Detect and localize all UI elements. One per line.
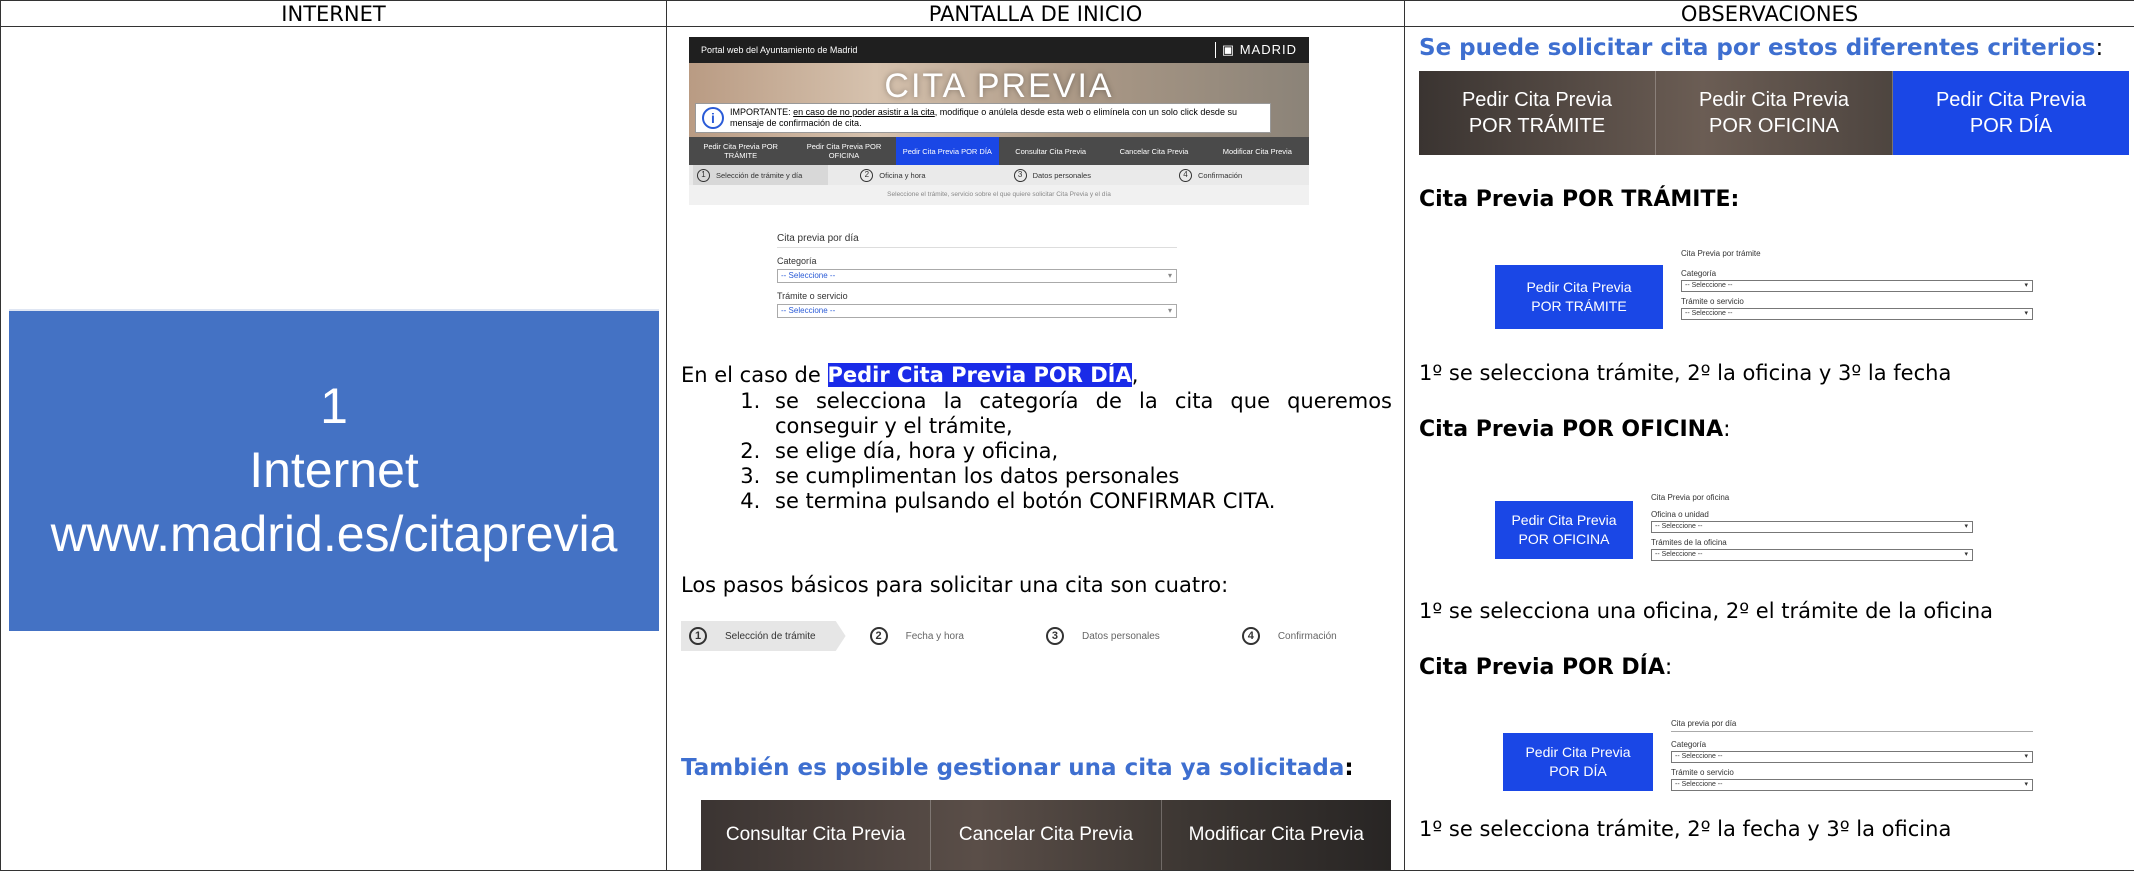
portal-label: Portal web del Ayuntamiento de Madrid bbox=[701, 45, 858, 55]
website-screenshot: Portal web del Ayuntamiento de Madrid ▣ … bbox=[689, 37, 1309, 355]
dia-mini-form: Pedir Cita Previa POR DÍA Cita previa por… bbox=[1503, 719, 2033, 791]
info-icon: i bbox=[702, 107, 724, 129]
box-url: www.madrid.es/citaprevia bbox=[50, 506, 618, 562]
basic-steps-text: Los pasos básicos para solicitar una cit… bbox=[681, 573, 1229, 597]
por-tramite-button[interactable]: Pedir Cita Previa POR TRÁMITE bbox=[1419, 71, 1656, 155]
mini-select[interactable]: -- Seleccione -- bbox=[1671, 751, 2033, 763]
progress-steps: 1 Selección de trámite 2 Fecha y hora 3 Dat… bbox=[681, 621, 1381, 651]
form-label-tramite: Trámite o servicio bbox=[777, 291, 848, 301]
mini-oficina-button[interactable]: Pedir Cita Previa POR OFICINA bbox=[1495, 501, 1633, 559]
progress-step-3: Datos personales bbox=[1081, 630, 1160, 642]
mini-select[interactable]: -- Seleccione -- bbox=[1651, 549, 1973, 561]
header-pantalla: PANTALLA DE INICIO bbox=[666, 0, 1405, 27]
hero-banner: CITA PREVIA i IMPORTANTE: en caso de no … bbox=[689, 63, 1309, 137]
tab-cancelar[interactable]: Cancelar Cita Previa bbox=[1102, 137, 1205, 165]
mini-select[interactable]: -- Seleccione -- bbox=[1671, 779, 2033, 791]
progress-step-2: Fecha y hora bbox=[905, 630, 964, 642]
section-dia-title: Cita Previa POR DÍA: bbox=[1419, 655, 1673, 680]
box-title: Internet bbox=[249, 442, 419, 498]
tab-consultar[interactable]: Consultar Cita Previa bbox=[999, 137, 1102, 165]
consultar-button[interactable]: Consultar Cita Previa bbox=[701, 800, 932, 870]
box-edge bbox=[9, 309, 659, 313]
list-item: se termina pulsando el botón CONFIRMAR C… bbox=[767, 489, 1392, 514]
por-oficina-button[interactable]: Pedir Cita Previa POR OFICINA bbox=[1656, 71, 1893, 155]
manage-heading: También es posible gestionar una cita ya… bbox=[681, 755, 1354, 781]
progress-step-1: Selección de trámite bbox=[725, 630, 816, 642]
criteria-buttons: Pedir Cita Previa POR TRÁMITE Pedir Cita … bbox=[1419, 71, 2129, 155]
box-number: 1 bbox=[320, 378, 348, 434]
madrid-logo: ▣ MADRID bbox=[1214, 42, 1297, 58]
cell-observaciones: Se puede solicitar cita por estos difere… bbox=[1404, 26, 2134, 871]
mini-dia-button[interactable]: Pedir Cita Previa POR DÍA bbox=[1503, 733, 1653, 791]
mini-select[interactable]: -- Seleccione -- bbox=[1651, 521, 1973, 533]
section-oficina-title: Cita Previa POR OFICINA: bbox=[1419, 417, 1731, 442]
mini-tramite-button[interactable]: Pedir Cita Previa POR TRÁMITE bbox=[1495, 265, 1663, 329]
step-3: Datos personales bbox=[1032, 170, 1091, 180]
tramite-select[interactable]: -- Seleccione -- bbox=[777, 304, 1177, 318]
document-table: INTERNET PANTALLA DE INICIO OBSERVACIONE… bbox=[0, 0, 2134, 871]
site-topbar: Portal web del Ayuntamiento de Madrid ▣ … bbox=[689, 37, 1309, 63]
tab-por-oficina[interactable]: Pedir Cita Previa POR OFICINA bbox=[792, 137, 895, 165]
step-1: Selección de trámite y día bbox=[716, 170, 803, 180]
intro-highlight: Pedir Cita Previa POR DÍA bbox=[827, 363, 1132, 387]
por-dia-button[interactable]: Pedir Cita Previa POR DÍA bbox=[1893, 71, 2129, 155]
tab-modificar[interactable]: Modificar Cita Previa bbox=[1206, 137, 1309, 165]
header-internet: INTERNET bbox=[0, 0, 667, 27]
modificar-button[interactable]: Modificar Cita Previa bbox=[1162, 800, 1391, 870]
oficina-mini-form: Pedir Cita Previa POR OFICINA Cita Previa… bbox=[1495, 493, 1973, 561]
site-tabs: Pedir Cita Previa POR TRÁMITE Pedir Cita… bbox=[689, 137, 1309, 165]
list-item: se cumplimentan los datos personales bbox=[767, 464, 1392, 489]
mini-select[interactable]: -- Seleccione -- bbox=[1681, 280, 2033, 292]
tab-por-dia[interactable]: Pedir Cita Previa POR DÍA bbox=[895, 137, 999, 165]
criteria-heading: Se puede solicitar cita por estos difere… bbox=[1419, 35, 2104, 61]
step-2: Oficina y hora bbox=[879, 170, 926, 180]
progress-step-4: Confirmación bbox=[1277, 630, 1337, 642]
intro-text: En el caso de Pedir Cita Previa POR DÍA, bbox=[681, 363, 1139, 387]
section-oficina-result: 1º se selecciona una oficina, 2º el trám… bbox=[1419, 599, 1994, 623]
tramite-mini-form: Pedir Cita Previa POR TRÁMITE Cita Previa… bbox=[1495, 249, 2033, 329]
step-number-icon: 1 bbox=[689, 627, 707, 645]
section-tramite-title: Cita Previa POR TRÁMITE: bbox=[1419, 187, 1740, 212]
section-dia-result: 1º se selecciona trámite, 2º la fecha y … bbox=[1419, 817, 1952, 841]
hero-title: CITA PREVIA bbox=[884, 67, 1114, 105]
tab-por-tramite[interactable]: Pedir Cita Previa POR TRÁMITE bbox=[689, 137, 792, 165]
categoria-select[interactable]: -- Seleccione -- bbox=[777, 269, 1177, 283]
internet-box: 1 Internet www.madrid.es/citaprevia bbox=[9, 309, 659, 631]
manage-buttons: Consultar Cita Previa Cancelar Cita Prev… bbox=[701, 800, 1391, 870]
cell-pantalla: Portal web del Ayuntamiento de Madrid ▣ … bbox=[666, 26, 1405, 871]
cancelar-button[interactable]: Cancelar Cita Previa bbox=[931, 800, 1162, 870]
site-steps: 1 Selección de trámite y día 2 Oficina y h… bbox=[689, 165, 1309, 185]
list-item: se elige día, hora y oficina, bbox=[767, 439, 1392, 464]
notice-link[interactable]: en caso de no poder asistir a la cita bbox=[793, 107, 935, 117]
header-observaciones: OBSERVACIONES bbox=[1404, 0, 2134, 27]
steps-list: se selecciona la categoría de la cita qu… bbox=[707, 389, 1392, 514]
step-4: Confirmación bbox=[1197, 170, 1243, 180]
form-label-categoria: Categoría bbox=[777, 256, 817, 266]
site-form: Cita previa por día Categoría -- Selecci… bbox=[777, 233, 1177, 318]
important-notice: i IMPORTANTE: en caso de no poder asisti… bbox=[695, 103, 1271, 133]
site-note: Seleccione el trámite, servicio sobre el… bbox=[689, 185, 1309, 205]
mini-select[interactable]: -- Seleccione -- bbox=[1681, 308, 2033, 320]
cell-internet: 1 Internet www.madrid.es/citaprevia bbox=[0, 26, 667, 871]
list-item: se selecciona la categoría de la cita qu… bbox=[767, 389, 1392, 439]
form-title: Cita previa por día bbox=[777, 233, 1177, 248]
section-tramite-result: 1º se selecciona trámite, 2º la oficina … bbox=[1419, 361, 1952, 385]
